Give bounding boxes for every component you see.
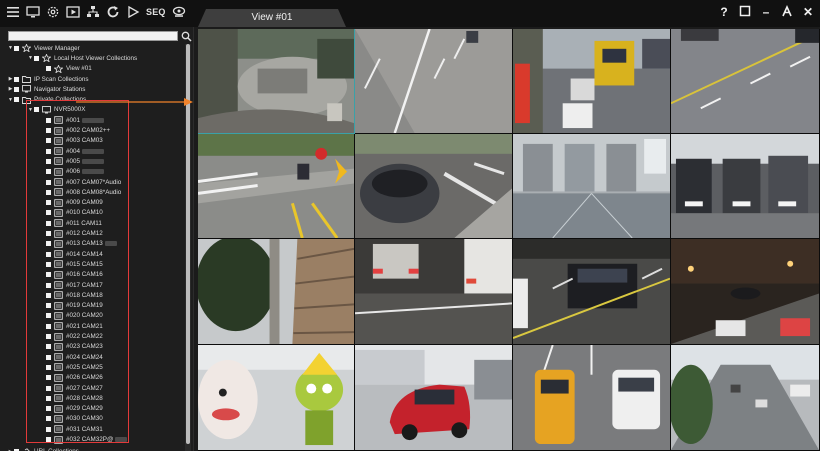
camera-feed-street-trucks[interactable] bbox=[513, 29, 671, 134]
tree-checkbox[interactable] bbox=[34, 55, 39, 61]
expand-arrow-icon[interactable]: ▼ bbox=[28, 55, 33, 61]
expand-arrow-icon[interactable]: ▼ bbox=[8, 97, 13, 103]
tree-item-viewer-manager[interactable]: ▼ Viewer Manager bbox=[8, 43, 80, 53]
collapse-arrow-icon[interactable]: ▶ bbox=[8, 76, 13, 82]
camera-feed-parked-car[interactable] bbox=[355, 134, 513, 239]
camera-feed-night-street[interactable] bbox=[671, 239, 820, 345]
star-icon bbox=[22, 44, 31, 53]
camera-feed-night-cars[interactable] bbox=[355, 239, 513, 345]
star-icon bbox=[54, 64, 63, 73]
camera-feed-plaza-fisheye[interactable] bbox=[198, 29, 355, 134]
camera-feed-night-sedan[interactable] bbox=[513, 239, 671, 345]
seq-button[interactable]: SEQ bbox=[146, 7, 166, 17]
play-icon[interactable] bbox=[126, 5, 140, 19]
camera-feed-street-motorcycle[interactable] bbox=[355, 29, 513, 134]
camera-feed-taxi-overhead[interactable] bbox=[513, 345, 671, 451]
camera-grid bbox=[198, 29, 820, 451]
camera-feed-parking-garage[interactable] bbox=[671, 134, 820, 239]
tree-item-local-host-collections[interactable]: ▼ Local Host Viewer Collections bbox=[28, 53, 137, 63]
network-icon[interactable] bbox=[86, 5, 100, 19]
camera-feed-tree-building[interactable] bbox=[198, 239, 355, 345]
window-controls: ? – ✕ bbox=[718, 5, 814, 19]
tree-checkbox[interactable] bbox=[14, 86, 19, 92]
monitor-icon[interactable] bbox=[26, 5, 40, 19]
top-toolbar: SEQ View #01 ? – ✕ bbox=[0, 0, 820, 27]
camera-icon[interactable] bbox=[172, 5, 186, 19]
tree-item-label: View #01 bbox=[66, 65, 92, 73]
star-icon bbox=[42, 54, 51, 63]
settings-icon[interactable] bbox=[46, 5, 60, 19]
expand-arrow-icon[interactable]: ▼ bbox=[8, 45, 13, 51]
menu-icon[interactable] bbox=[6, 5, 20, 19]
tree-item-url-collections[interactable]: ▶URL Collections bbox=[8, 447, 79, 451]
camera-feed-road-aerial[interactable] bbox=[671, 29, 820, 134]
tree-item-navigator-stations[interactable]: ▶ Navigator Stations bbox=[8, 84, 85, 94]
restore-button[interactable] bbox=[739, 5, 751, 19]
tree-checkbox[interactable] bbox=[14, 76, 19, 82]
tree-item-label: Viewer Manager bbox=[34, 44, 80, 52]
camera-feed-red-suv[interactable] bbox=[355, 345, 513, 451]
tab-view-01[interactable]: View #01 bbox=[198, 9, 346, 27]
tree-checkbox[interactable] bbox=[14, 45, 19, 51]
tree-item-ip-scan[interactable]: ▶ IP Scan Collections bbox=[8, 74, 89, 84]
monitor-icon bbox=[22, 85, 31, 93]
user-icon[interactable] bbox=[781, 5, 793, 19]
playback-icon[interactable] bbox=[66, 5, 80, 19]
camera-feed-city-street[interactable] bbox=[671, 345, 820, 451]
camera-feed-mascot-statue[interactable] bbox=[198, 345, 355, 451]
camera-feed-elevator-lobby[interactable] bbox=[513, 134, 671, 239]
refresh-icon[interactable] bbox=[106, 5, 120, 19]
tree-item-label: Local Host Viewer Collections bbox=[54, 54, 138, 62]
tree-item-label: Navigator Stations bbox=[34, 85, 86, 93]
drag-arrow bbox=[76, 98, 193, 106]
collapse-arrow-icon[interactable]: ▶ bbox=[8, 86, 13, 92]
toolbar-icons: SEQ bbox=[6, 5, 186, 19]
camera-feed-intersection-scooter[interactable] bbox=[198, 134, 355, 239]
tree-checkbox[interactable] bbox=[14, 97, 19, 103]
highlight-box bbox=[26, 100, 129, 443]
search-input[interactable] bbox=[8, 31, 178, 41]
close-button[interactable]: ✕ bbox=[802, 5, 814, 19]
folder-icon bbox=[22, 75, 31, 83]
tree-checkbox[interactable] bbox=[46, 66, 51, 72]
help-button[interactable]: ? bbox=[718, 5, 730, 19]
tree-item-label: IP Scan Collections bbox=[34, 75, 89, 83]
search-icon[interactable] bbox=[181, 29, 192, 42]
minimize-button[interactable]: – bbox=[760, 5, 772, 19]
tree-item-view-01[interactable]: View #01 bbox=[40, 64, 92, 74]
